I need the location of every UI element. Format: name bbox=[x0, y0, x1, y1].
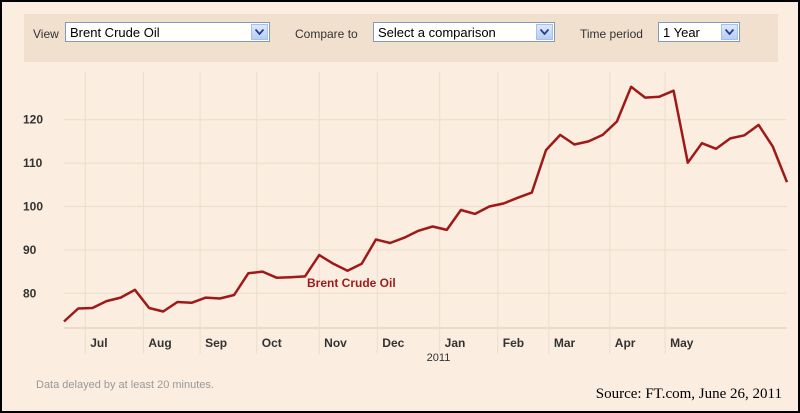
y-tick-label: 100 bbox=[23, 200, 43, 214]
y-tick-label: 110 bbox=[23, 156, 43, 170]
chart-frame: View Brent Crude Oil Compare to Select a… bbox=[0, 0, 800, 413]
x-tick-label: Feb bbox=[503, 336, 524, 350]
price-chart: 80 90 100 110 120 Jul Aug Sep Oct Nov Dec Jan 2011 F… bbox=[23, 72, 789, 364]
x-tick-label: Apr bbox=[615, 336, 636, 350]
y-tick-label: 90 bbox=[23, 243, 37, 257]
x-tick-label: Sep bbox=[205, 336, 227, 350]
series-layer: Brent Crude Oil bbox=[63, 85, 789, 323]
y-tick-label: 80 bbox=[23, 286, 37, 300]
x-tick-label: May bbox=[670, 336, 694, 350]
x-tick-label: Mar bbox=[554, 336, 576, 350]
x-tick-label: Nov bbox=[324, 336, 347, 350]
y-axis-ticks: 80 90 100 110 120 bbox=[23, 113, 43, 301]
x-tick-label: Aug bbox=[148, 336, 171, 350]
x-tick-label: Dec bbox=[382, 336, 404, 350]
x-tick-label: Jan bbox=[445, 336, 466, 350]
series-label: Brent Crude Oil bbox=[307, 276, 396, 290]
x-axis-ticks: Jul Aug Sep Oct Nov Dec Jan 2011 Feb Mar Apr May bbox=[90, 336, 693, 364]
x-tick-label: Jul bbox=[90, 336, 107, 350]
series-line-brent bbox=[63, 85, 789, 323]
x-tick-label: Oct bbox=[262, 336, 282, 350]
y-tick-label: 120 bbox=[23, 113, 43, 127]
source-credit: Source: FT.com, June 26, 2011 bbox=[595, 386, 782, 402]
data-delay-note: Data delayed by at least 20 minutes. bbox=[36, 379, 214, 391]
x-tick-sublabel: 2011 bbox=[427, 352, 451, 364]
